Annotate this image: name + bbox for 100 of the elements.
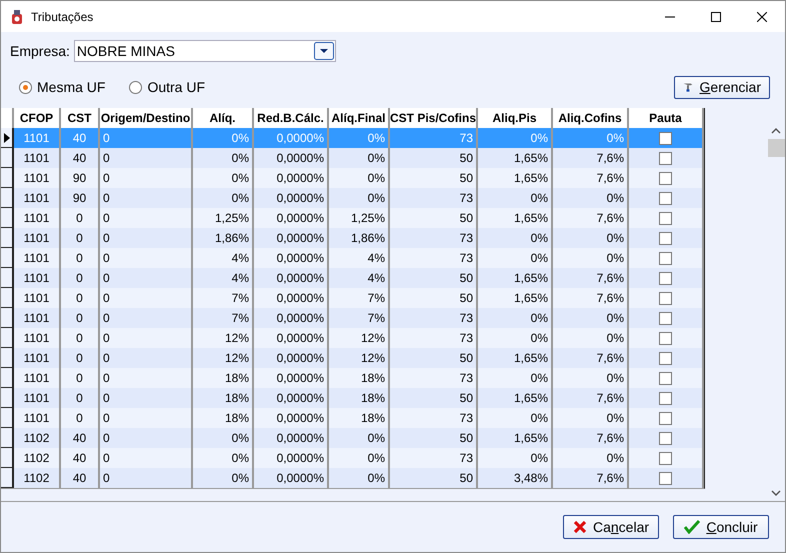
table-row[interactable]: 1101 0 0 18% 0,0000% 18% 73 0% 0% (1, 368, 704, 388)
pauta-checkbox[interactable] (659, 472, 672, 484)
table-cell: 0% (606, 231, 624, 245)
radio-button[interactable] (19, 80, 32, 94)
table-cell: 1101 (24, 311, 50, 325)
pauta-checkbox[interactable] (659, 452, 672, 464)
table-cell: 0 (103, 131, 110, 145)
pauta-checkbox[interactable] (659, 412, 672, 424)
close-icon[interactable] (757, 12, 767, 22)
table-cell: 0 (76, 331, 83, 345)
radio-button[interactable] (129, 80, 142, 94)
table-row[interactable]: 1101 0 0 18% 0,0000% 18% 50 1,65% 7,6% (1, 388, 704, 408)
table-cell: 0,0000% (276, 451, 324, 465)
pauta-checkbox[interactable] (659, 352, 672, 364)
table-cell: 18% (224, 391, 249, 405)
table-cell: 0% (530, 131, 548, 145)
table-row[interactable]: 1101 90 0 0% 0,0000% 0% 73 0% 0% (1, 188, 704, 208)
table-cell: 1101 (24, 251, 50, 265)
table-cell: 0 (103, 231, 110, 245)
table-cell: 0% (232, 471, 249, 485)
table-row[interactable]: 1101 0 0 12% 0,0000% 12% 50 1,65% 7,6% (1, 348, 704, 368)
table-cell: 0 (103, 351, 110, 365)
pauta-checkbox[interactable] (659, 192, 672, 204)
table-cell: 0% (606, 251, 624, 265)
table-row[interactable]: 1101 0 0 4% 0,0000% 4% 50 1,65% 7,6% (1, 268, 704, 288)
table-row[interactable]: 1102 40 0 0% 0,0000% 0% 73 0% 0% (1, 448, 704, 468)
table-cell: 0% (530, 411, 548, 425)
table-cell: 0% (232, 451, 249, 465)
checkmark-icon (684, 520, 700, 534)
table-row[interactable]: 1101 0 0 18% 0,0000% 18% 73 0% 0% (1, 408, 704, 428)
scrollbar-thumb[interactable] (768, 139, 785, 157)
pauta-checkbox[interactable] (659, 292, 672, 304)
table-row[interactable]: 1101 0 0 1,25% 0,0000% 1,25% 50 1,65% 7,6% (1, 208, 704, 228)
table-row[interactable]: 1102 40 0 0% 0,0000% 0% 50 3,48% 7,6% (1, 468, 704, 488)
pauta-checkbox[interactable] (659, 212, 672, 224)
pauta-checkbox[interactable] (659, 252, 672, 264)
table-row[interactable]: 1101 0 0 1,86% 0,0000% 1,86% 73 0% 0% (1, 228, 704, 248)
table-cell: 0 (103, 191, 110, 205)
table-cell: 0 (103, 331, 110, 345)
table-cell: 4% (368, 251, 385, 265)
table-row[interactable]: 1101 0 0 7% 0,0000% 7% 50 1,65% 7,6% (1, 288, 704, 308)
pauta-checkbox[interactable] (659, 432, 672, 444)
table-cell: 0 (103, 471, 110, 485)
table-cell: 12% (360, 331, 385, 345)
pauta-checkbox[interactable] (659, 152, 672, 164)
pauta-checkbox[interactable] (659, 172, 672, 184)
table-cell: 18% (360, 371, 385, 385)
table-cell: 0,0000% (276, 271, 324, 285)
table-cell: 4% (232, 271, 249, 285)
table-cell: 0 (103, 171, 110, 185)
pauta-checkbox[interactable] (659, 132, 672, 144)
table-cell: 1,86% (350, 231, 385, 245)
table-cell: 40 (72, 151, 86, 165)
table-cell: 1,65% (514, 291, 548, 305)
table-cell: 1101 (24, 131, 50, 145)
table-cell: 18% (224, 411, 249, 425)
table-cell: 0,0000% (276, 291, 324, 305)
pauta-checkbox[interactable] (659, 272, 672, 284)
table-cell: 7,6% (596, 291, 624, 305)
table-row[interactable]: 1101 0 0 4% 0,0000% 4% 73 0% 0% (1, 248, 704, 268)
table-cell: 1101 (24, 151, 50, 165)
table-cell: 1101 (24, 371, 50, 385)
table-cell: 1101 (24, 171, 50, 185)
table-cell: 7% (232, 311, 249, 325)
table-cell: 90 (72, 171, 86, 185)
table-row[interactable]: 1101 40 0 0% 0,0000% 0% 50 1,65% 7,6% (1, 148, 704, 168)
table-cell: 0,0000% (276, 211, 324, 225)
table-row[interactable]: 1101 0 0 12% 0,0000% 12% 73 0% 0% (1, 328, 704, 348)
pauta-checkbox[interactable] (659, 332, 672, 344)
table-row[interactable]: 1102 40 0 0% 0,0000% 0% 50 1,65% 7,6% (1, 428, 704, 448)
table-cell: 0% (606, 411, 624, 425)
table-cell: 73 (460, 131, 473, 145)
radio-label[interactable]: Mesma UF (37, 79, 106, 95)
cancel-button[interactable]: Cancelar (563, 515, 659, 539)
pauta-checkbox[interactable] (659, 232, 672, 244)
table-cell: 90 (72, 191, 86, 205)
pauta-checkbox[interactable] (659, 372, 672, 384)
table-cell: 0% (530, 331, 548, 345)
radio-label[interactable]: Outra UF (147, 79, 206, 95)
table-cell: 1,86% (214, 231, 249, 245)
pauta-checkbox[interactable] (659, 392, 672, 404)
table-cell: 0 (103, 431, 110, 445)
empresa-dropdown[interactable]: NOBRE MINAS (74, 40, 336, 62)
table-cell: 50 (460, 351, 473, 365)
maximize-icon[interactable] (711, 12, 721, 22)
table-cell: 0 (103, 371, 110, 385)
table-row[interactable]: 1101 90 0 0% 0,0000% 0% 50 1,65% 7,6% (1, 168, 704, 188)
gerenciar-button[interactable]: Gerenciar (674, 76, 770, 98)
table-cell: 50 (460, 171, 473, 185)
table-cell: 1,65% (514, 171, 548, 185)
table-row[interactable]: 1101 0 0 7% 0,0000% 7% 73 0% 0% (1, 308, 704, 328)
table-cell: 1101 (24, 391, 50, 405)
table-cell: 7,6% (596, 151, 624, 165)
concluir-button[interactable]: Concluir (673, 515, 769, 539)
table-cell: 0,0000% (276, 471, 324, 485)
table-cell: 0 (76, 251, 83, 265)
table-cell: 7% (368, 291, 385, 305)
table-cell: 0 (76, 351, 83, 365)
pauta-checkbox[interactable] (659, 312, 672, 324)
table-cell: 0,0000% (276, 171, 324, 185)
